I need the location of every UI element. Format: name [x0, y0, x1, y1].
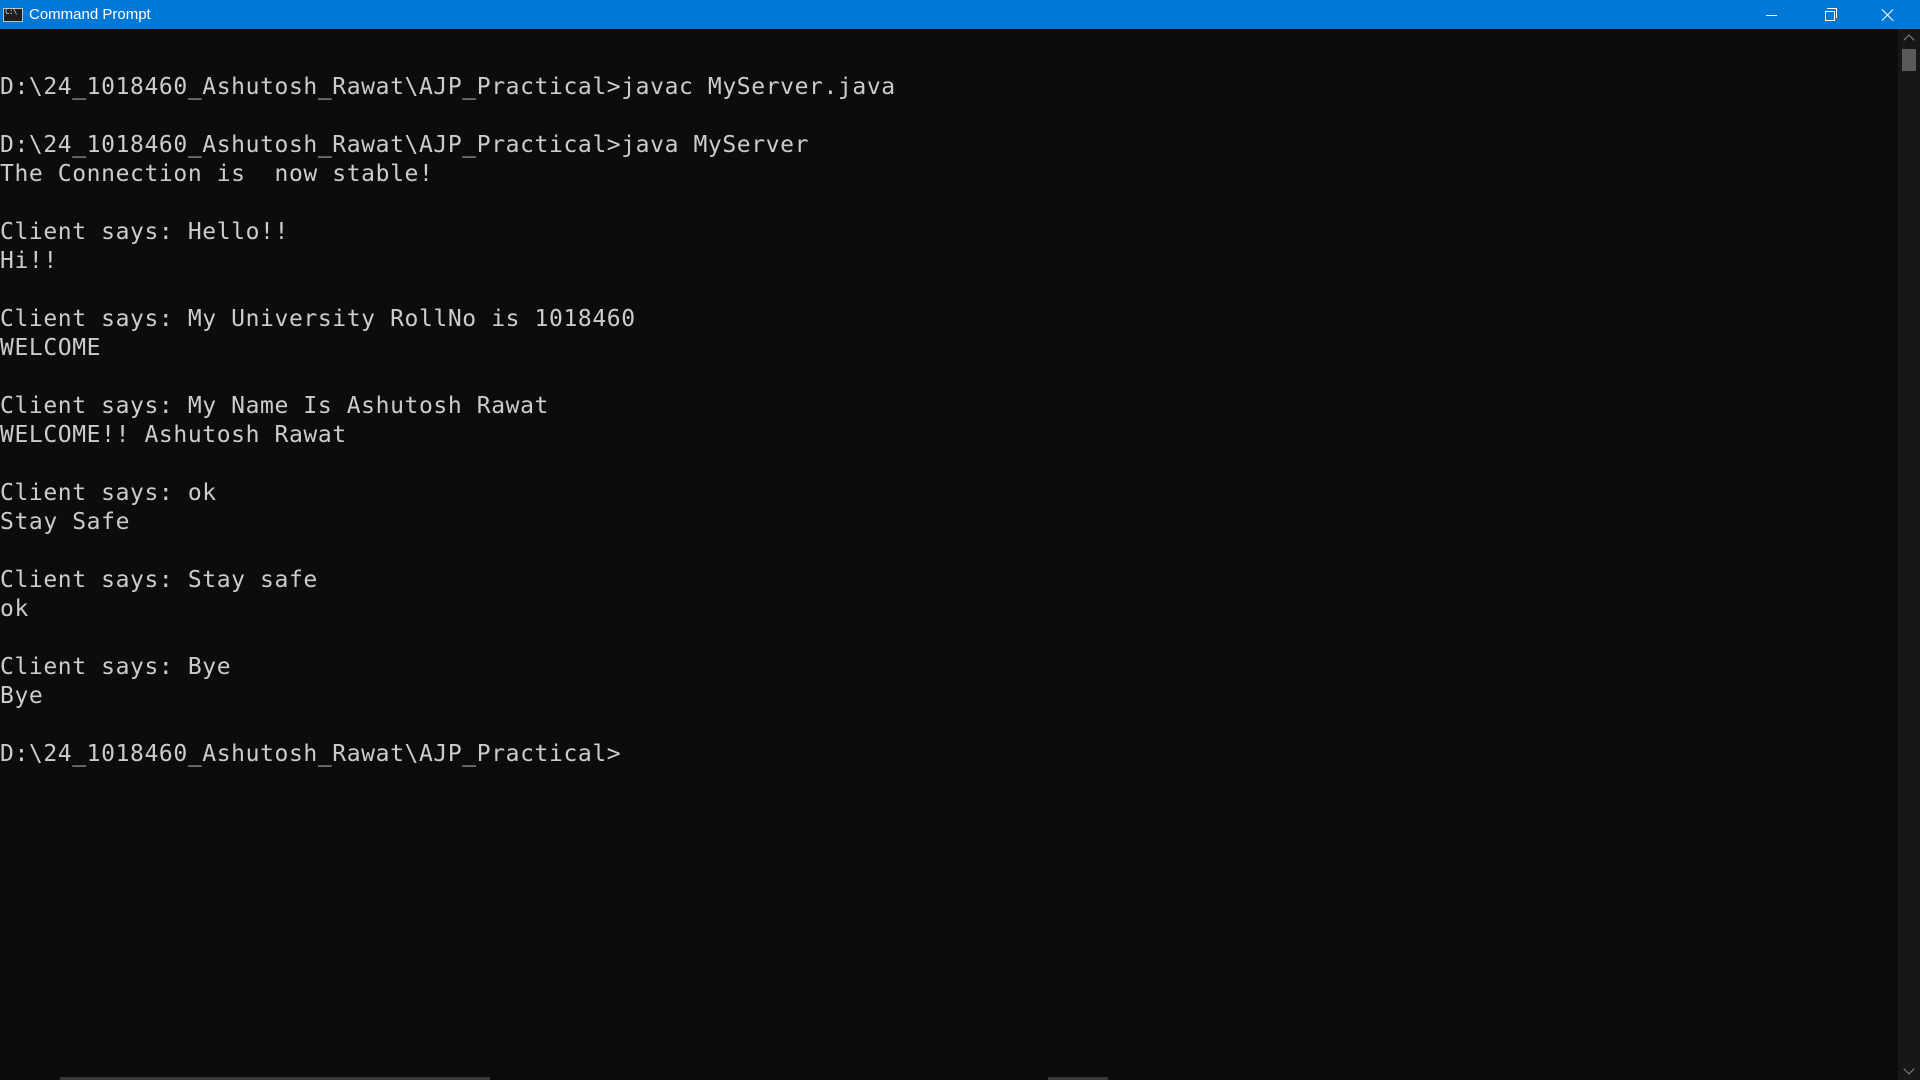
- close-icon: [1881, 8, 1894, 21]
- console-line: The Connection is now stable!: [0, 161, 434, 187]
- command-prompt-window: Command Prompt D:\24_1018460_Ashutosh_Ra…: [0, 0, 1920, 1080]
- vertical-scrollbar[interactable]: [1898, 29, 1920, 1080]
- console-line: Client says: My Name Is Ashutosh Rawat: [0, 393, 549, 419]
- console-line: Client says: ok: [0, 480, 217, 506]
- scroll-thumb[interactable]: [1902, 49, 1916, 71]
- scroll-up-button[interactable]: [1898, 29, 1920, 47]
- command-prompt-icon[interactable]: [3, 7, 23, 22]
- console-line: Client says: Hello!!: [0, 219, 289, 245]
- console-line: WELCOME: [0, 335, 102, 361]
- scroll-down-button[interactable]: [1898, 1062, 1920, 1080]
- chevron-up-icon: [1903, 34, 1915, 46]
- console-line: D:\24_1018460_Ashutosh_Rawat\AJP_Practic…: [0, 74, 896, 100]
- console-line: ok: [0, 596, 29, 622]
- console-line: Client says: Stay safe: [0, 567, 318, 593]
- console-line: D:\24_1018460_Ashutosh_Rawat\AJP_Practic…: [0, 132, 810, 158]
- console-line: Stay Safe: [0, 509, 131, 535]
- console-line: Client says: My University RollNo is 101…: [0, 306, 636, 332]
- window-title: Command Prompt: [29, 6, 151, 23]
- restore-icon: [1825, 7, 1837, 21]
- close-button[interactable]: [1858, 0, 1916, 29]
- console-line: WELCOME!! Ashutosh Rawat: [0, 422, 347, 448]
- console-line: Bye: [0, 683, 44, 709]
- console-output[interactable]: D:\24_1018460_Ashutosh_Rawat\AJP_Practic…: [0, 29, 1898, 1080]
- minimize-button[interactable]: [1742, 0, 1800, 29]
- minimize-icon: [1765, 15, 1777, 16]
- chevron-down-icon: [1903, 1063, 1915, 1075]
- console-prompt-line[interactable]: D:\24_1018460_Ashutosh_Rawat\AJP_Practic…: [0, 740, 621, 769]
- title-bar[interactable]: Command Prompt: [0, 0, 1920, 29]
- console-line: Client says: Bye: [0, 654, 232, 680]
- console-line: Hi!!: [0, 248, 58, 274]
- restore-button[interactable]: [1800, 0, 1858, 29]
